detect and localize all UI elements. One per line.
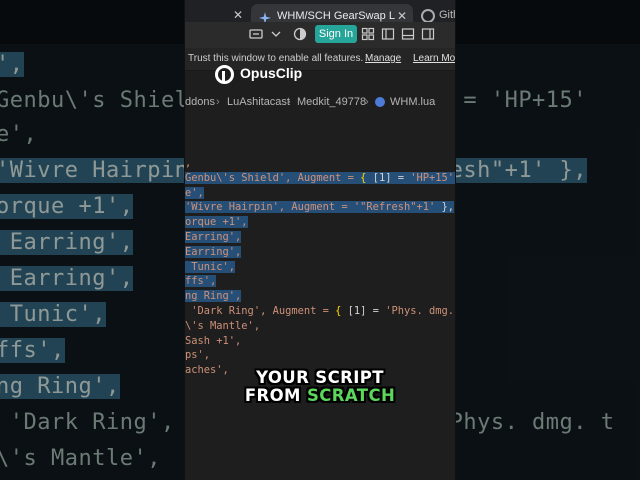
code-line[interactable]: Earring',: [185, 245, 455, 260]
learn-more-link[interactable]: Learn Mor: [413, 53, 455, 64]
breadcrumb-item[interactable]: LuAshitacast: [227, 96, 290, 108]
code-token: orque +1',: [185, 216, 248, 229]
tab-title: WHM/SCH GearSwap Lua fi: [277, 10, 395, 22]
tab-github-label[interactable]: Githu: [439, 9, 455, 21]
code-token: [1] =: [366, 171, 411, 184]
code-line[interactable]: \'s Mantle',: [185, 319, 455, 334]
code-line[interactable]: Tunic',: [185, 260, 455, 275]
code-line[interactable]: ng Ring',: [185, 289, 455, 304]
code-token: Sash +1',: [185, 334, 242, 347]
manage-link[interactable]: Manage: [365, 53, 401, 64]
code-line[interactable]: ps',: [185, 348, 455, 363]
breadcrumb-item[interactable]: ddons: [185, 96, 215, 108]
code-token: Genbu\'s Shield', Augment =: [185, 171, 361, 184]
code-token: ng Ring',: [185, 290, 242, 303]
code-token: [1] =: [341, 304, 386, 317]
toggle-sidebar-icon[interactable]: [381, 27, 395, 41]
code-line[interactable]: Earring',: [185, 230, 455, 245]
code-token: },: [435, 201, 455, 214]
editor-toolbar: Sign In: [185, 22, 455, 48]
code-token: Earring',: [185, 245, 242, 258]
layout-icon[interactable]: [361, 27, 375, 41]
code-line[interactable]: orque +1',: [185, 215, 455, 230]
code-token: 'Wivre Hairpin', Augment =: [185, 201, 354, 214]
chevron-down-icon[interactable]: [269, 27, 283, 41]
code-token: '"Refresh"+1': [353, 201, 436, 214]
code-token: ps',: [185, 349, 211, 362]
close-icon[interactable]: ✕: [233, 8, 243, 22]
caption-highlight: SCRATCH: [307, 386, 396, 405]
code-token: 'Phys. dmg. t: [385, 304, 455, 317]
code-line[interactable]: Sash +1',: [185, 334, 455, 349]
toggle-panel-icon[interactable]: [401, 27, 415, 41]
code-editor[interactable]: , Genbu\'s Shield', Augment = { [1] = 'HP…: [185, 156, 455, 378]
caption-line-1: YOUR SCRIPT: [256, 368, 384, 387]
code-line[interactable]: e',: [185, 186, 455, 201]
close-icon[interactable]: ✕: [397, 9, 407, 23]
code-token: Tunic',: [185, 260, 236, 273]
chevron-right-icon: ›: [216, 96, 220, 108]
chevron-right-icon: ›: [287, 96, 291, 108]
breadcrumb-file[interactable]: WHM.lua: [390, 96, 435, 108]
breadcrumb: ddons › LuAshitacast › Medkit_49778 › WH…: [185, 96, 455, 112]
code-token: ,: [185, 157, 192, 169]
github-icon: [421, 9, 435, 23]
code-line[interactable]: 'Wivre Hairpin', Augment = '"Refresh"+1'…: [185, 200, 455, 215]
copilot-icon[interactable]: [293, 27, 307, 41]
chevron-right-icon: ›: [365, 96, 369, 108]
code-line[interactable]: ffs',: [185, 274, 455, 289]
toggle-secondary-sidebar-icon[interactable]: [421, 27, 435, 41]
code-line[interactable]: Genbu\'s Shield', Augment = { [1] = 'HP+…: [185, 171, 455, 186]
code-line[interactable]: ,: [185, 156, 455, 171]
sign-in-button[interactable]: Sign In: [315, 25, 357, 43]
code-token: 'Dark Ring', Augment =: [185, 304, 336, 317]
caption-line-2: FROM SCRATCH: [0, 386, 640, 405]
editor-panel: ✕ WHM/SCH GearSwap Lua fi ✕ Githu Sign I…: [185, 0, 455, 480]
code-token: \'s Mantle',: [185, 319, 261, 332]
opusclip-logo-icon: [215, 65, 234, 84]
code-line[interactable]: 'Dark Ring', Augment = { [1] = 'Phys. dm…: [185, 304, 455, 319]
remote-connection-icon[interactable]: [249, 27, 263, 41]
breadcrumb-item[interactable]: Medkit_49778: [297, 96, 366, 108]
code-token: ffs',: [185, 275, 217, 288]
restricted-mode-message: Trust this window to enable all features…: [188, 53, 364, 64]
code-token: 'HP+15',: [410, 171, 455, 184]
lua-file-icon: [375, 97, 385, 107]
code-token: Earring',: [185, 230, 242, 243]
caption-prefix: FROM: [244, 386, 307, 405]
code-token: e',: [185, 186, 204, 199]
watermark-text: OpusClip: [240, 65, 303, 81]
